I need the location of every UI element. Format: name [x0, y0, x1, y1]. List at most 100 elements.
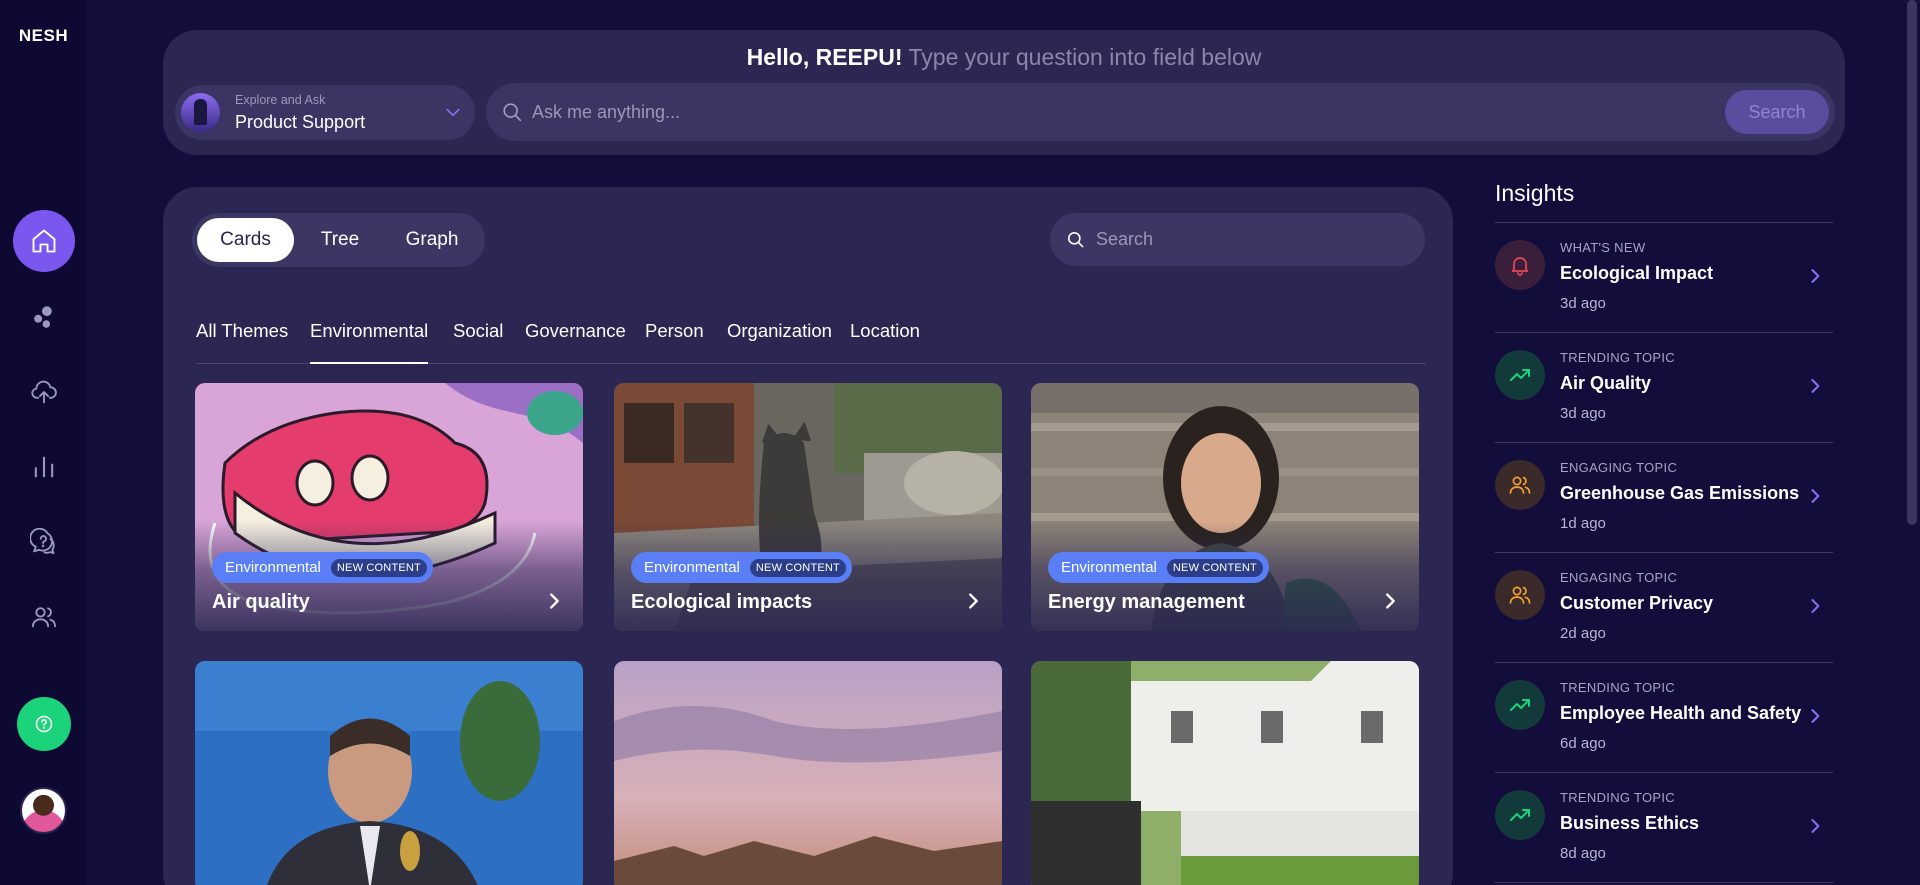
people-icon	[1509, 476, 1531, 494]
nav-upload[interactable]	[13, 361, 75, 423]
insight-kicker: TRENDING TOPIC	[1560, 790, 1675, 805]
search-icon	[1067, 231, 1084, 248]
card-image	[1031, 661, 1419, 885]
trending-up-icon	[1510, 809, 1530, 821]
tab-organization[interactable]: Organization	[727, 320, 832, 364]
insight-kicker: ENGAGING TOPIC	[1560, 460, 1678, 475]
chevron-down-icon	[446, 108, 460, 117]
view-cards[interactable]: Cards	[197, 218, 294, 262]
trending-up-icon	[1510, 699, 1530, 711]
tab-environmental[interactable]: Environmental	[310, 320, 429, 364]
main-panel: Cards Tree Graph All Themes Environmenta…	[163, 187, 1453, 885]
insight-icon-wrap	[1495, 240, 1545, 290]
nav-analytics[interactable]	[13, 436, 75, 498]
mode-value: Product Support	[235, 112, 366, 132]
chevron-right-icon	[969, 593, 978, 609]
view-graph[interactable]: Graph	[384, 218, 480, 262]
insight-kicker: TRENDING TOPIC	[1560, 680, 1675, 695]
ask-search-button[interactable]: Search	[1725, 90, 1829, 134]
card-item[interactable]	[195, 661, 583, 885]
insight-kicker: ENGAGING TOPIC	[1560, 570, 1678, 585]
new-content-badge: NEW CONTENT	[330, 558, 427, 577]
upload-icon	[31, 380, 57, 404]
insight-time: 3d ago	[1560, 405, 1606, 422]
assistant-avatar	[181, 93, 220, 132]
insight-time: 2d ago	[1560, 625, 1606, 642]
insight-title: Business Ethics	[1560, 813, 1700, 833]
help-button[interactable]	[17, 697, 71, 751]
card-title: Air quality	[212, 591, 310, 613]
card-image	[614, 661, 1002, 885]
insight-title: Greenhouse Gas Emissions	[1560, 483, 1800, 503]
mode-select[interactable]: Explore and Ask Product Support	[175, 85, 475, 140]
chevron-right-icon	[1811, 709, 1820, 723]
tab-governance[interactable]: Governance	[525, 320, 626, 364]
trending-up-icon	[1510, 369, 1530, 381]
ask-input-wrap: Search	[486, 83, 1835, 141]
nav-themes[interactable]	[13, 286, 75, 348]
card-badge: Environmental NEW CONTENT	[212, 552, 433, 583]
nav-questions[interactable]	[13, 511, 75, 573]
chevron-right-icon	[1811, 819, 1820, 833]
insight-time: 3d ago	[1560, 295, 1606, 312]
insight-time: 8d ago	[1560, 845, 1606, 862]
users-icon	[31, 607, 57, 628]
ask-input[interactable]	[532, 83, 1632, 141]
card-badge: Environmental NEW CONTENT	[631, 552, 852, 583]
greeting: Hello, REEPU! Type your question into fi…	[163, 44, 1845, 71]
page-scrollbar[interactable]	[1907, 0, 1917, 525]
sidebar: NESH	[0, 0, 87, 885]
view-toggle: Cards Tree Graph	[192, 213, 485, 267]
insight-item[interactable]: TRENDING TOPIC Employee Health and Safet…	[1495, 663, 1833, 773]
new-content-badge: NEW CONTENT	[1166, 558, 1263, 577]
insight-item[interactable]: TRENDING TOPIC Business Ethics 8d ago	[1495, 773, 1833, 883]
tab-social[interactable]: Social	[453, 320, 503, 364]
insight-time: 6d ago	[1560, 735, 1606, 752]
people-icon	[1509, 586, 1531, 604]
cards-search-input[interactable]	[1096, 213, 1396, 266]
mode-caption: Explore and Ask	[235, 93, 326, 107]
greeting-hello: Hello, REEPU!	[746, 44, 903, 70]
insight-title: Ecological Impact	[1560, 263, 1714, 283]
tab-person[interactable]: Person	[645, 320, 704, 364]
view-tree[interactable]: Tree	[300, 218, 380, 262]
new-content-badge: NEW CONTENT	[749, 558, 846, 577]
app-logo[interactable]: NESH	[0, 26, 87, 46]
insight-item[interactable]: ENGAGING TOPIC Greenhouse Gas Emissions …	[1495, 443, 1833, 553]
chevron-right-icon	[1386, 593, 1395, 609]
tab-all-themes[interactable]: All Themes	[196, 320, 288, 364]
card-air-quality[interactable]: Environmental NEW CONTENT Air quality	[195, 383, 583, 631]
card-theme: Environmental	[225, 559, 321, 576]
tab-location[interactable]: Location	[850, 320, 920, 364]
cards-search	[1050, 213, 1425, 266]
insight-item[interactable]: ENGAGING TOPIC Customer Privacy 2d ago	[1495, 553, 1833, 663]
insight-title: Air Quality	[1560, 373, 1652, 393]
insight-title: Customer Privacy	[1560, 593, 1714, 613]
insight-icon-wrap	[1495, 680, 1545, 730]
user-avatar[interactable]	[20, 787, 67, 834]
insight-kicker: TRENDING TOPIC	[1560, 350, 1675, 365]
chevron-right-icon	[1811, 379, 1820, 393]
card-energy-management[interactable]: Environmental NEW CONTENT Energy managem…	[1031, 383, 1419, 631]
insight-icon-wrap	[1495, 460, 1545, 510]
ask-panel: Hello, REEPU! Type your question into fi…	[163, 30, 1845, 155]
insight-item[interactable]: TRENDING TOPIC Air Quality 3d ago	[1495, 333, 1833, 443]
card-badge: Environmental NEW CONTENT	[1048, 552, 1269, 583]
card-item[interactable]	[614, 661, 1002, 885]
card-item[interactable]	[1031, 661, 1419, 885]
insight-kicker: WHAT'S NEW	[1560, 240, 1646, 255]
chevron-right-icon	[1811, 489, 1820, 503]
themes-icon	[34, 306, 52, 328]
card-title: Ecological impacts	[631, 591, 813, 613]
insight-icon-wrap	[1495, 350, 1545, 400]
nav-users[interactable]	[13, 586, 75, 648]
home-icon	[32, 229, 56, 253]
insight-item[interactable]: WHAT'S NEW Ecological Impact 3d ago	[1495, 223, 1833, 333]
greeting-subtitle: Type your question into field below	[908, 44, 1262, 70]
nav-home[interactable]	[13, 210, 75, 272]
insight-time: 1d ago	[1560, 515, 1606, 532]
chevron-right-icon	[1811, 269, 1820, 283]
card-ecological-impacts[interactable]: Environmental NEW CONTENT Ecological imp…	[614, 383, 1002, 631]
insights-panel: Insights WHAT'S NEW Ecological Impact 3d…	[1495, 180, 1833, 883]
card-title: Energy management	[1048, 591, 1245, 613]
